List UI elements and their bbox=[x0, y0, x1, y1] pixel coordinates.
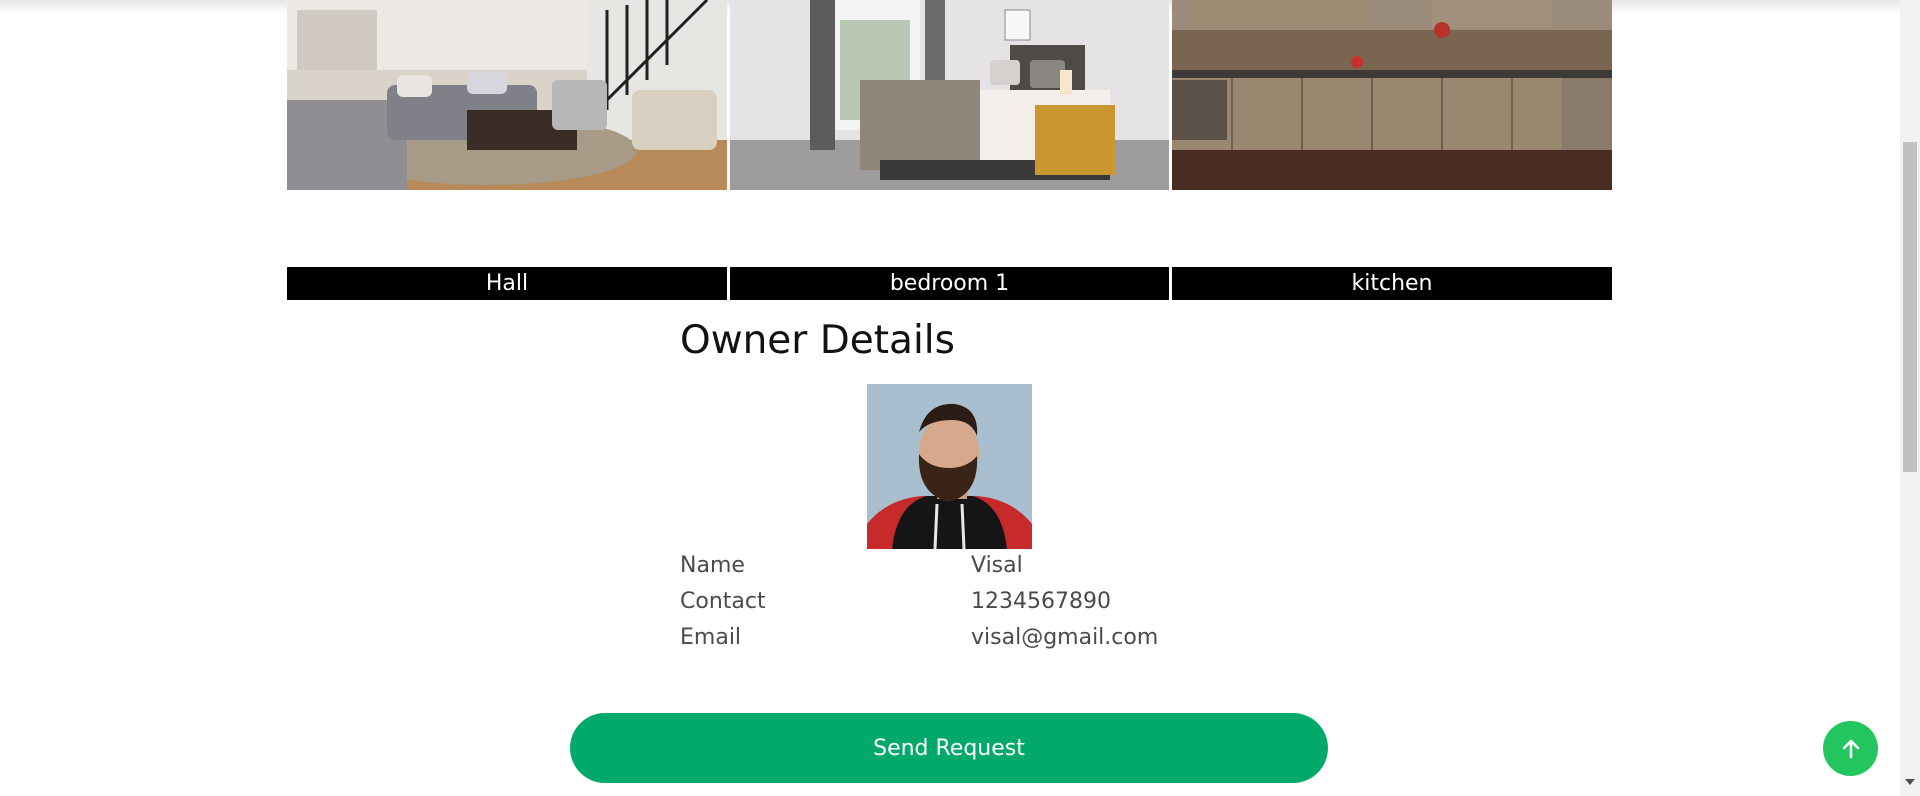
scroll-to-top-button[interactable] bbox=[1823, 721, 1878, 776]
owner-contact-row: Contact 1234567890 bbox=[680, 589, 1240, 623]
caption-kitchen: kitchen bbox=[1172, 267, 1612, 300]
owner-email-row: Email visal@gmail.com bbox=[680, 625, 1240, 659]
owner-name-value: Visal bbox=[971, 553, 1023, 578]
owner-avatar bbox=[867, 384, 1032, 549]
arrow-up-icon bbox=[1842, 739, 1859, 758]
owner-email-label: Email bbox=[680, 625, 742, 650]
photo-gallery bbox=[287, 0, 1612, 190]
scrollbar-down-arrow-icon[interactable] bbox=[1905, 779, 1915, 785]
owner-name-label: Name bbox=[680, 553, 745, 578]
caption-bedroom: bedroom 1 bbox=[730, 267, 1169, 300]
owner-details-title: Owner Details bbox=[680, 318, 955, 363]
gallery-captions: Hall bedroom 1 kitchen bbox=[287, 267, 1612, 300]
owner-email-value: visal@gmail.com bbox=[971, 625, 1159, 650]
kitchen-photo[interactable] bbox=[1172, 0, 1612, 190]
page: Hall bedroom 1 kitchen Owner Details Nam… bbox=[0, 0, 1900, 796]
scrollbar-thumb[interactable] bbox=[1903, 142, 1917, 472]
owner-name-row: Name Visal bbox=[680, 553, 1240, 587]
hall-photo[interactable] bbox=[287, 0, 727, 190]
send-request-button[interactable]: Send Request bbox=[570, 713, 1328, 783]
caption-hall: Hall bbox=[287, 267, 727, 300]
vertical-scrollbar[interactable] bbox=[1900, 0, 1920, 796]
owner-contact-value: 1234567890 bbox=[971, 589, 1111, 614]
bedroom-photo[interactable] bbox=[730, 0, 1169, 190]
owner-contact-label: Contact bbox=[680, 589, 766, 614]
